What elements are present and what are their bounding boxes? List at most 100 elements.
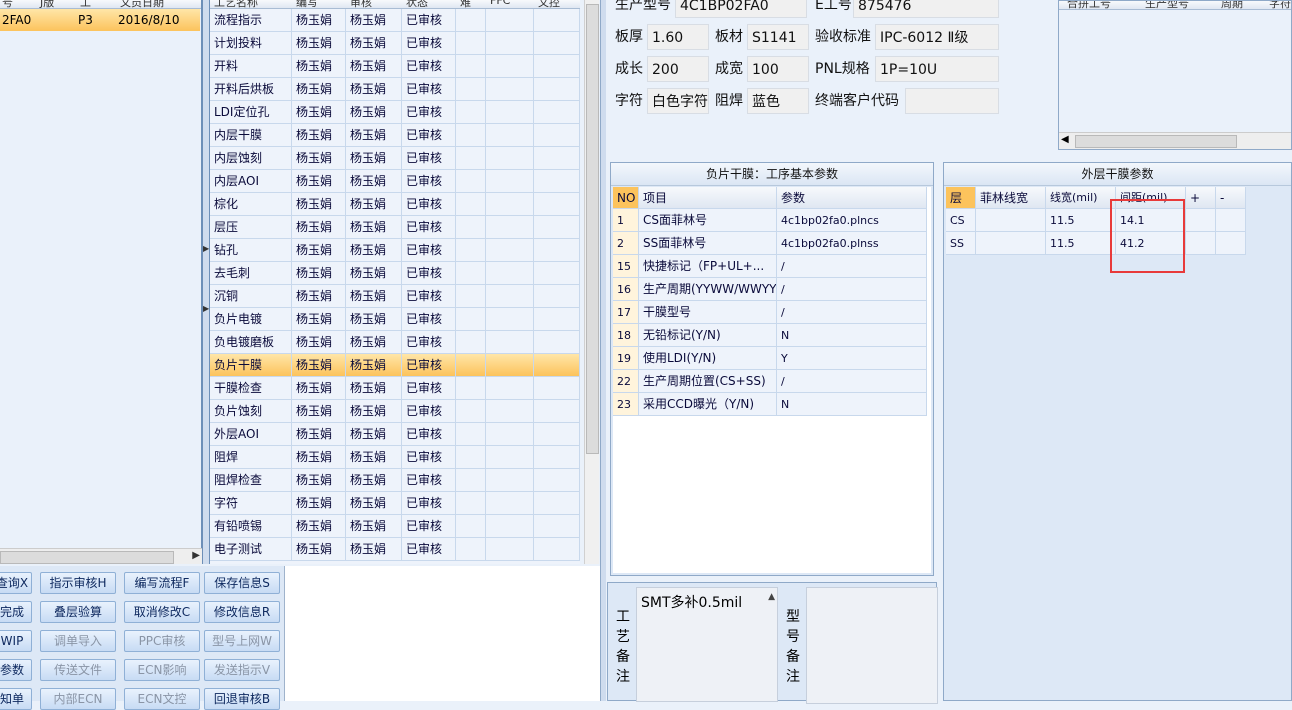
vscroll-thumb[interactable] bbox=[586, 4, 599, 454]
eno-field[interactable]: 875476 bbox=[853, 0, 999, 18]
process-row[interactable]: 内层蚀刻 杨玉娟 杨玉娟 已审核 bbox=[210, 147, 580, 170]
action-button[interactable]: 取消修改C bbox=[124, 601, 200, 623]
process-row[interactable]: 层压 杨玉娟 杨玉娟 已审核 bbox=[210, 216, 580, 239]
action-button[interactable]: 查询X bbox=[0, 572, 32, 594]
params-row[interactable]: 22 生产周期位置(CS+SS) / bbox=[613, 370, 931, 393]
process-row[interactable]: 阻焊检查 杨玉娟 杨玉娟 已审核 bbox=[210, 469, 580, 492]
merge-grid-hscrollbar[interactable]: ◀ bbox=[1059, 132, 1291, 149]
params-header-cell[interactable]: 项目 bbox=[639, 187, 777, 209]
params-header-cell[interactable]: 参数 bbox=[777, 187, 927, 209]
process-cell: 杨玉娟 bbox=[292, 9, 346, 32]
params-row[interactable]: 15 快捷标记（FP+UL+... / bbox=[613, 255, 931, 278]
standard-field[interactable]: IPC-6012 Ⅱ级 bbox=[875, 24, 999, 50]
params-row[interactable]: 23 采用CCD曝光（Y/N) N bbox=[613, 393, 931, 416]
process-row[interactable]: 去毛刺 杨玉娟 杨玉娟 已审核 bbox=[210, 262, 580, 285]
action-button[interactable]: 传送文件 bbox=[40, 659, 116, 681]
process-row[interactable]: 计划投料 杨玉娟 杨玉娟 已审核 bbox=[210, 32, 580, 55]
material-field[interactable]: S1141 bbox=[747, 24, 809, 50]
outer-header-cell[interactable]: 菲林线宽 bbox=[976, 187, 1046, 209]
scroll-left-icon[interactable]: ◀ bbox=[1061, 134, 1069, 145]
action-button[interactable]: 知单 bbox=[0, 688, 32, 710]
left-grid-hscrollbar[interactable]: ▶ bbox=[0, 548, 202, 564]
params-header-cell[interactable]: NO bbox=[613, 187, 639, 209]
char-field[interactable]: 白色字符 bbox=[647, 88, 709, 114]
process-row[interactable]: 阻焊 杨玉娟 杨玉娟 已审核 bbox=[210, 446, 580, 469]
outer-header-cell[interactable]: 层 bbox=[946, 187, 976, 209]
process-row[interactable]: 内层干膜 杨玉娟 杨玉娟 已审核 bbox=[210, 124, 580, 147]
length-field[interactable]: 200 bbox=[647, 56, 709, 82]
width-field[interactable]: 100 bbox=[747, 56, 809, 82]
thickness-field[interactable]: 1.60 bbox=[647, 24, 709, 50]
process-row[interactable]: 流程指示 杨玉娟 杨玉娟 已审核 bbox=[210, 9, 580, 32]
left-grid-row[interactable]: 2FA0 P3 2016/8/10 bbox=[0, 9, 200, 31]
params-cell: 生产周期位置(CS+SS) bbox=[639, 370, 777, 393]
process-row[interactable]: 字符 杨玉娟 杨玉娟 已审核 bbox=[210, 492, 580, 515]
action-button[interactable]: ECN影响 bbox=[124, 659, 200, 681]
process-row[interactable]: 负片蚀刻 杨玉娟 杨玉娟 已审核 bbox=[210, 400, 580, 423]
action-button[interactable]: 指示审核H bbox=[40, 572, 116, 594]
action-button[interactable]: 参数 bbox=[0, 659, 32, 681]
action-button[interactable]: 回退审核B bbox=[204, 688, 280, 710]
process-row[interactable]: 沉铜 杨玉娟 杨玉娟 已审核 bbox=[210, 285, 580, 308]
process-grid-vscrollbar[interactable] bbox=[584, 0, 599, 564]
action-button[interactable]: PPC审核 bbox=[124, 630, 200, 652]
action-button[interactable]: WIP bbox=[0, 630, 32, 652]
process-grid-header-cell[interactable]: FFC bbox=[490, 0, 510, 7]
process-cell bbox=[456, 331, 486, 354]
params-row[interactable]: 18 无铅标记(Y/N) N bbox=[613, 324, 931, 347]
params-cell: N bbox=[777, 324, 927, 347]
process-row[interactable]: 负电镀磨板 杨玉娟 杨玉娟 已审核 bbox=[210, 331, 580, 354]
action-button[interactable]: 叠层验算 bbox=[40, 601, 116, 623]
outer-header-cell[interactable]: - bbox=[1216, 187, 1246, 209]
outer-header-cell[interactable]: 线宽(mil) bbox=[1046, 187, 1116, 209]
highlight-box bbox=[1110, 199, 1185, 273]
process-row[interactable]: 开料 杨玉娟 杨玉娟 已审核 bbox=[210, 55, 580, 78]
outer-header-cell[interactable]: + bbox=[1186, 187, 1216, 209]
process-row[interactable]: 开料后烘板 杨玉娟 杨玉娟 已审核 bbox=[210, 78, 580, 101]
process-remark-textarea[interactable]: SMT多补0.5mil ▲ bbox=[636, 587, 778, 702]
process-row[interactable]: LDI定位孔 杨玉娟 杨玉娟 已审核 bbox=[210, 101, 580, 124]
params-row[interactable]: 16 生产周期(YYWW/WWYY) / bbox=[613, 278, 931, 301]
outer-row[interactable]: CS 11.5 14.1 bbox=[946, 209, 1248, 232]
params-row[interactable]: 19 使用LDI(Y/N) Y bbox=[613, 347, 931, 370]
hscroll-thumb[interactable] bbox=[1075, 135, 1237, 148]
action-button[interactable]: 编写流程F bbox=[124, 572, 200, 594]
process-row[interactable]: 钻孔 杨玉娟 杨玉娟 已审核 bbox=[210, 239, 580, 262]
process-row[interactable]: 有铅喷锡 杨玉娟 杨玉娟 已审核 bbox=[210, 515, 580, 538]
params-row[interactable]: 17 干膜型号 / bbox=[613, 301, 931, 324]
params-cell: / bbox=[777, 370, 927, 393]
action-button[interactable]: 完成 bbox=[0, 601, 32, 623]
scroll-up-icon[interactable]: ▲ bbox=[768, 592, 775, 602]
customer-field[interactable] bbox=[905, 88, 999, 114]
pnl-field[interactable]: 1P=10U bbox=[875, 56, 999, 82]
process-row[interactable]: 内层AOI 杨玉娟 杨玉娟 已审核 bbox=[210, 170, 580, 193]
mask-field[interactable]: 蓝色 bbox=[747, 88, 809, 114]
process-cell bbox=[456, 446, 486, 469]
process-row[interactable]: 外层AOI 杨玉娟 杨玉娟 已审核 bbox=[210, 423, 580, 446]
process-row[interactable]: 干膜检查 杨玉娟 杨玉娟 已审核 bbox=[210, 377, 580, 400]
outer-row[interactable]: SS 11.5 41.2 bbox=[946, 232, 1248, 255]
action-button[interactable]: 保存信息S bbox=[204, 572, 280, 594]
process-row[interactable]: 负片电镀 杨玉娟 杨玉娟 已审核 bbox=[210, 308, 580, 331]
process-row[interactable]: 负片干膜 杨玉娟 杨玉娟 已审核 bbox=[210, 354, 580, 377]
process-cell: 杨玉娟 bbox=[346, 515, 402, 538]
action-button[interactable]: 型号上网W bbox=[204, 630, 280, 652]
scroll-right-icon[interactable]: ▶ bbox=[192, 550, 200, 561]
process-row[interactable]: 棕化 杨玉娟 杨玉娟 已审核 bbox=[210, 193, 580, 216]
params-row[interactable]: 2 SS面菲林号 4c1bp02fa0.plnss bbox=[613, 232, 931, 255]
model-remark-textarea[interactable] bbox=[806, 587, 938, 704]
process-row[interactable]: 电子测试 杨玉娟 杨玉娟 已审核 bbox=[210, 538, 580, 561]
process-cell: 已审核 bbox=[402, 78, 456, 101]
hscroll-thumb[interactable] bbox=[0, 551, 174, 564]
action-button[interactable]: 发送指示V bbox=[204, 659, 280, 681]
action-button[interactable]: 调单导入 bbox=[40, 630, 116, 652]
params-row[interactable]: 1 CS面菲林号 4c1bp02fa0.plncs bbox=[613, 209, 931, 232]
action-button[interactable]: 内部ECN bbox=[40, 688, 116, 710]
process-cell bbox=[456, 101, 486, 124]
splitter[interactable]: ▶ ▶ bbox=[202, 0, 210, 564]
process-cell: 杨玉娟 bbox=[292, 78, 346, 101]
action-button[interactable]: 修改信息R bbox=[204, 601, 280, 623]
model-field[interactable]: 4C1BP02FA0 bbox=[675, 0, 807, 18]
action-button[interactable]: ECN文控 bbox=[124, 688, 200, 710]
process-cell bbox=[456, 262, 486, 285]
